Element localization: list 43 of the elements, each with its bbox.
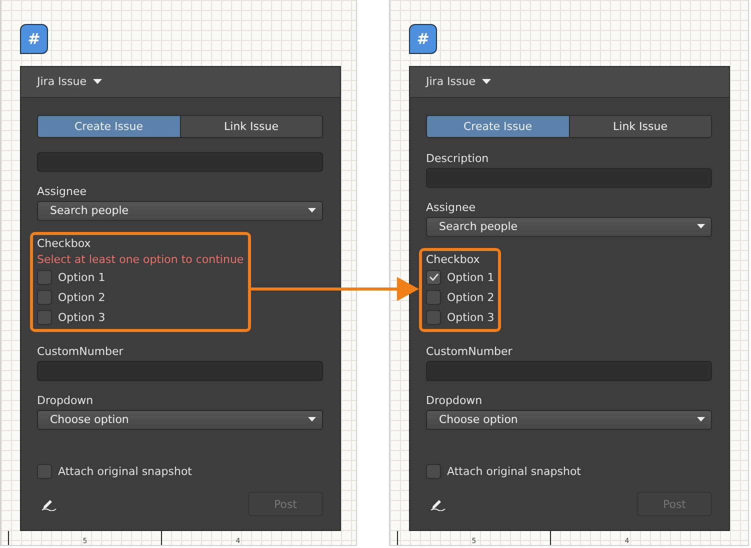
checkbox[interactable]	[37, 310, 52, 325]
pen-icon[interactable]	[41, 497, 57, 512]
field-label: Assignee	[426, 200, 477, 214]
field-label: Assignee	[37, 184, 88, 198]
caret-icon	[308, 208, 316, 214]
checkbox[interactable]	[426, 270, 441, 285]
tab[interactable]: Link Issue	[568, 116, 711, 137]
panel-title[interactable]: Jira Issue	[37, 75, 87, 88]
field-label: CustomNumber	[426, 344, 514, 358]
caret-icon	[697, 417, 705, 422]
pen-icon[interactable]	[430, 497, 446, 512]
panel-title[interactable]: Jira Issue	[426, 75, 476, 88]
caret-icon[interactable]	[482, 78, 491, 85]
dropdown-field[interactable]: Choose option	[426, 410, 712, 430]
error-message: Select at least one option to continue	[37, 252, 244, 266]
tab[interactable]: Link Issue	[180, 116, 322, 137]
caret-icon	[308, 417, 316, 422]
checkbox-label[interactable]: Attach original snapshot	[58, 464, 192, 478]
checkbox-label[interactable]: Attach original snapshot	[447, 464, 581, 478]
checkbox-label[interactable]: Option 2	[58, 290, 106, 304]
checkbox[interactable]	[37, 464, 52, 479]
checkbox-label[interactable]: Option 2	[447, 290, 494, 304]
field-label: CustomNumber	[37, 344, 124, 358]
checkbox[interactable]	[426, 464, 441, 479]
checkbox[interactable]	[37, 270, 52, 285]
field-label: Dropdown	[426, 394, 484, 407]
caret-icon[interactable]	[92, 78, 102, 85]
field-label: Dropdown	[37, 394, 94, 407]
checkbox-label[interactable]: Option 3	[447, 310, 494, 324]
checkbox-label[interactable]: Option 1	[447, 270, 494, 284]
field-label: Checkbox	[426, 252, 481, 266]
field-label: Description	[426, 152, 490, 165]
dropdown-field[interactable]: Search people	[426, 216, 712, 237]
checkbox[interactable]	[426, 310, 441, 325]
dropdown-field[interactable]: Search people	[37, 200, 323, 221]
checkbox[interactable]	[426, 290, 441, 305]
checkbox-label[interactable]: Option 1	[58, 270, 106, 284]
check-icon	[428, 273, 438, 282]
checkbox-label[interactable]: Option 3	[58, 310, 106, 324]
dropdown-field[interactable]: Choose option	[37, 410, 323, 430]
checkbox[interactable]	[37, 290, 52, 305]
field-label: Checkbox	[37, 236, 92, 250]
caret-icon	[697, 224, 705, 230]
